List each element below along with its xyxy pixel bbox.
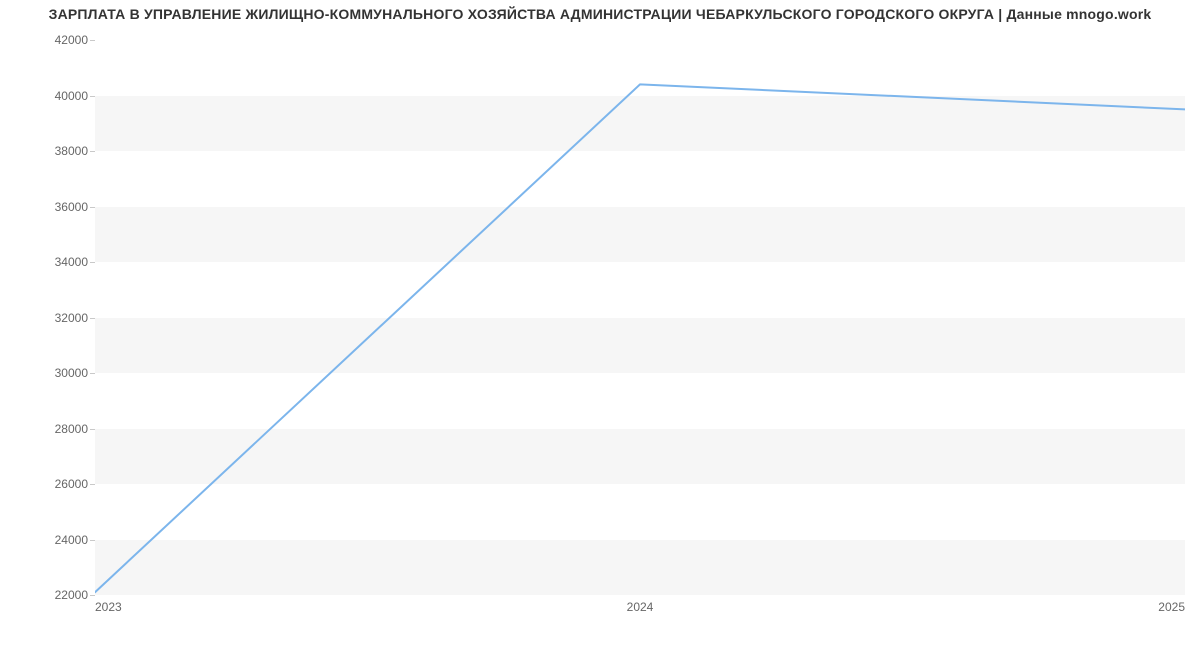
y-axis-labels: 2200024000260002800030000320003400036000… <box>0 40 88 595</box>
y-tick-label: 26000 <box>55 477 88 491</box>
y-tick <box>90 151 95 152</box>
chart-container: ЗАРПЛАТА В УПРАВЛЕНИЕ ЖИЛИЩНО-КОММУНАЛЬН… <box>0 0 1200 650</box>
y-tick-label: 32000 <box>55 311 88 325</box>
plot-area <box>95 40 1185 595</box>
y-tick-label: 24000 <box>55 533 88 547</box>
y-tick-label: 34000 <box>55 255 88 269</box>
y-tick-label: 30000 <box>55 366 88 380</box>
y-tick <box>90 595 95 596</box>
x-tick-label: 2025 <box>1158 600 1185 614</box>
x-tick-label: 2023 <box>95 600 122 614</box>
y-tick-label: 36000 <box>55 200 88 214</box>
y-tick <box>90 318 95 319</box>
y-tick-label: 28000 <box>55 422 88 436</box>
line-series-1 <box>95 84 1185 592</box>
y-tick <box>90 373 95 374</box>
y-tick-label: 38000 <box>55 144 88 158</box>
chart-title: ЗАРПЛАТА В УПРАВЛЕНИЕ ЖИЛИЩНО-КОММУНАЛЬН… <box>0 6 1200 22</box>
x-axis-labels: 2023 2024 2025 <box>95 600 1185 620</box>
y-tick <box>90 484 95 485</box>
y-tick-label: 40000 <box>55 89 88 103</box>
y-tick-label: 22000 <box>55 588 88 602</box>
y-tick <box>90 540 95 541</box>
y-tick <box>90 96 95 97</box>
y-tick <box>90 262 95 263</box>
x-tick-label: 2024 <box>627 600 654 614</box>
y-tick <box>90 40 95 41</box>
y-tick-label: 42000 <box>55 33 88 47</box>
series-svg <box>95 40 1185 595</box>
y-tick <box>90 429 95 430</box>
y-tick <box>90 207 95 208</box>
